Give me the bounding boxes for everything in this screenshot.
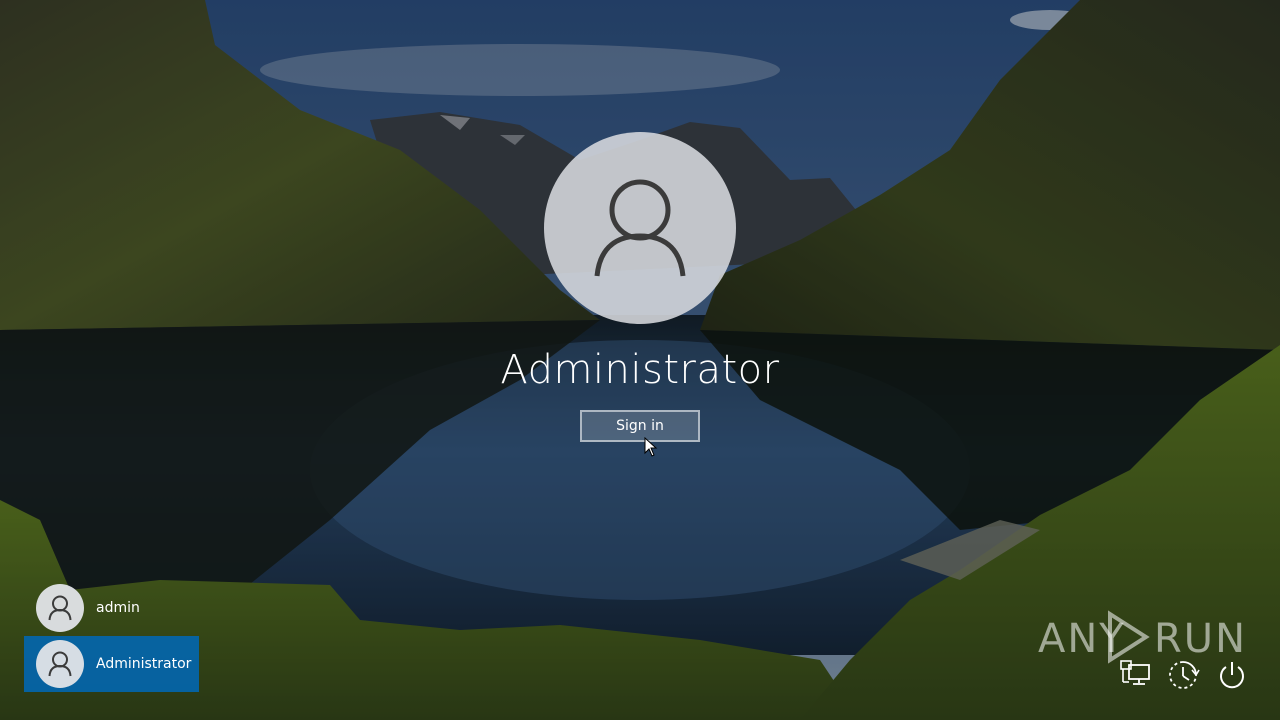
ease-of-access-icon[interactable]: [1166, 658, 1200, 692]
user-icon: [48, 651, 72, 677]
user-list-item-label: Administrator: [96, 656, 192, 672]
watermark-text-right: RUN: [1154, 616, 1247, 662]
lock-screen: Administrator Sign in admin Administrato…: [0, 0, 1280, 720]
user-list-item-label: admin: [96, 600, 140, 616]
user-avatar-large: [544, 132, 736, 324]
mouse-cursor-icon: [644, 437, 658, 457]
user-icon: [594, 179, 686, 277]
power-icon[interactable]: [1215, 658, 1249, 692]
sign-in-button[interactable]: Sign in: [580, 410, 700, 442]
user-avatar-small: [36, 584, 84, 632]
current-user-name: Administrator: [500, 347, 780, 393]
user-avatar-small: [36, 640, 84, 688]
user-switcher-list: admin Administrator: [24, 580, 199, 692]
user-list-item-administrator[interactable]: Administrator: [24, 636, 199, 692]
user-list-item-admin[interactable]: admin: [24, 580, 199, 636]
play-logo-icon: [1108, 610, 1150, 664]
network-icon[interactable]: [1118, 658, 1152, 692]
user-icon: [48, 595, 72, 621]
